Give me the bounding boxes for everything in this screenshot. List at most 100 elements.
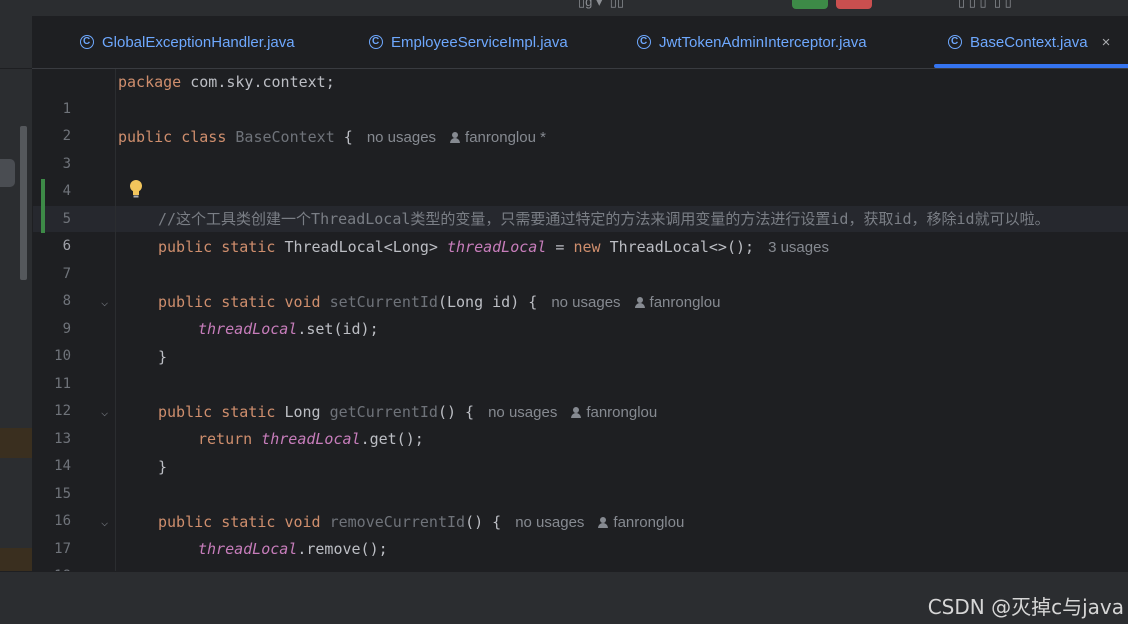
code-line: 18 threadLocal.remove();: [33, 536, 1128, 571]
code-line: 14 return threadLocal.get();: [33, 426, 1128, 474]
keyword: public: [158, 293, 213, 311]
keyword: public: [118, 128, 173, 146]
tab-label: GlobalExceptionHandler.java: [102, 33, 295, 51]
editor-tab-bar: GlobalExceptionHandler.java EmployeeServ…: [32, 16, 1128, 69]
tab-label: EmployeeServiceImpl.java: [391, 33, 568, 51]
code-line: 7 public static ThreadLocal<Long> thread…: [33, 234, 1128, 282]
code-line: 10 threadLocal.set(id);: [33, 316, 1128, 364]
brace: }: [158, 458, 168, 476]
usages-hint[interactable]: no usages: [367, 129, 436, 146]
project-panel-selection: [0, 159, 15, 187]
stop-button[interactable]: [836, 0, 872, 9]
tab-global-exception-handler[interactable]: GlobalExceptionHandler.java: [80, 16, 295, 68]
project-panel-highlight: [0, 428, 32, 458]
method-name: getCurrentId: [329, 403, 438, 421]
field-name: threadLocal: [198, 540, 298, 558]
class-c-icon: [948, 35, 962, 49]
type: Long: [284, 403, 321, 421]
class-c-icon: [369, 35, 383, 49]
method-name: setCurrentId: [329, 293, 438, 311]
line-number: 18: [33, 563, 71, 571]
project-panel-header: [0, 16, 32, 69]
keyword: static: [221, 293, 276, 311]
class-name: BaseContext: [235, 128, 335, 146]
keyword: class: [181, 128, 227, 146]
package-name: com.sky.context;: [181, 73, 335, 91]
code-line: 16: [33, 481, 1128, 529]
tab-jwt-token-admin-interceptor[interactable]: JwtTokenAdminInterceptor.java: [637, 16, 867, 68]
keyword: static: [221, 238, 276, 256]
watermark: CSDN @灭掉c与java: [927, 595, 1124, 619]
code-line-current: 6 //这个工具类创建一个ThreadLocal类型的变量，只需要通过特定的方法…: [33, 206, 1128, 254]
author-name: fanronglou *: [465, 129, 546, 146]
user-icon: [571, 407, 582, 418]
brace: {: [334, 128, 353, 146]
usages-hint[interactable]: no usages: [488, 404, 557, 421]
method-name: removeCurrentId: [329, 513, 466, 531]
usages-hint[interactable]: 3 usages: [768, 239, 829, 256]
params: (Long id) {: [437, 293, 538, 311]
tab-label: JwtTokenAdminInterceptor.java: [659, 33, 867, 51]
fold-chevron-icon[interactable]: ⌵: [101, 399, 108, 426]
keyword: public: [158, 238, 213, 256]
usages-hint[interactable]: no usages: [515, 514, 584, 531]
code-line: 13 ⌵ public static Long getCurrentId() {…: [33, 399, 1128, 447]
type: ThreadLocal<Long>: [284, 238, 438, 256]
user-icon: [450, 132, 461, 143]
class-c-icon: [80, 35, 94, 49]
user-icon: [598, 517, 609, 528]
code-line: 3 public class BaseContext {no usages fan…: [33, 124, 1128, 172]
project-panel-edge: [0, 16, 33, 571]
params: () {: [437, 403, 475, 421]
field-name: threadLocal: [198, 320, 298, 338]
close-icon[interactable]: ×: [1102, 34, 1111, 51]
field-name: threadLocal: [261, 430, 361, 448]
fold-chevron-icon[interactable]: ⌵: [101, 509, 108, 536]
code-line: 4: [33, 151, 1128, 199]
code-line: 1 package com.sky.context;: [33, 69, 1128, 117]
project-panel-scrollbar[interactable]: [20, 126, 27, 280]
title-bar-fragment: ▯g ▾ ▯▯: [578, 0, 625, 9]
author-hint[interactable]: fanronglou: [598, 514, 684, 531]
author-name: fanronglou: [613, 514, 685, 531]
usages-hint[interactable]: no usages: [551, 294, 620, 311]
code-line: 17 ⌵ public static void removeCurrentId(…: [33, 509, 1128, 557]
keyword: void: [284, 293, 321, 311]
method-call: .get();: [360, 430, 424, 448]
author-hint[interactable]: fanronglou: [571, 404, 657, 421]
code-editor[interactable]: 1 package com.sky.context; 2 3 public cl…: [33, 69, 1128, 571]
tab-label: BaseContext.java: [970, 33, 1088, 51]
run-button[interactable]: [792, 0, 828, 9]
code-line: 5: [33, 179, 1128, 227]
author-hint[interactable]: fanronglou: [634, 294, 721, 311]
title-bar: ▯g ▾ ▯▯ ▯ ▯ ▯ ▯ ▯: [0, 0, 1128, 16]
author-hint[interactable]: fanronglou *: [450, 129, 546, 146]
project-panel-highlight: [0, 548, 32, 571]
keyword: package: [118, 73, 182, 91]
keyword: return: [198, 430, 253, 448]
code-line: 11 }: [33, 344, 1128, 392]
code-line: 8: [33, 261, 1128, 309]
method-call: .remove();: [297, 540, 388, 558]
code-line: 15 }: [33, 454, 1128, 502]
keyword: void: [284, 513, 321, 531]
constructor-call: ThreadLocal<>();: [609, 238, 755, 256]
field-name: threadLocal: [447, 238, 547, 256]
title-bar-fragment-right: ▯ ▯ ▯ ▯ ▯: [958, 0, 1012, 9]
status-bar: CSDN @灭掉c与java: [0, 571, 1128, 624]
keyword: static: [221, 513, 276, 531]
operator: =: [546, 238, 574, 256]
author-name: fanronglou: [649, 294, 721, 311]
method-call: .set(id);: [297, 320, 379, 338]
author-name: fanronglou: [586, 404, 658, 421]
tab-employee-service-impl[interactable]: EmployeeServiceImpl.java: [369, 16, 568, 68]
fold-chevron-icon[interactable]: ⌵: [101, 289, 108, 316]
user-icon: [634, 297, 645, 308]
tab-base-context[interactable]: BaseContext.java ×: [933, 16, 1128, 68]
class-c-icon: [637, 35, 651, 49]
code-line: 12: [33, 371, 1128, 419]
keyword: new: [573, 238, 601, 256]
comment: //这个工具类创建一个ThreadLocal类型的变量，只需要通过特定的方法来调…: [158, 210, 1050, 228]
params: () {: [465, 513, 502, 531]
keyword: public: [158, 403, 213, 421]
